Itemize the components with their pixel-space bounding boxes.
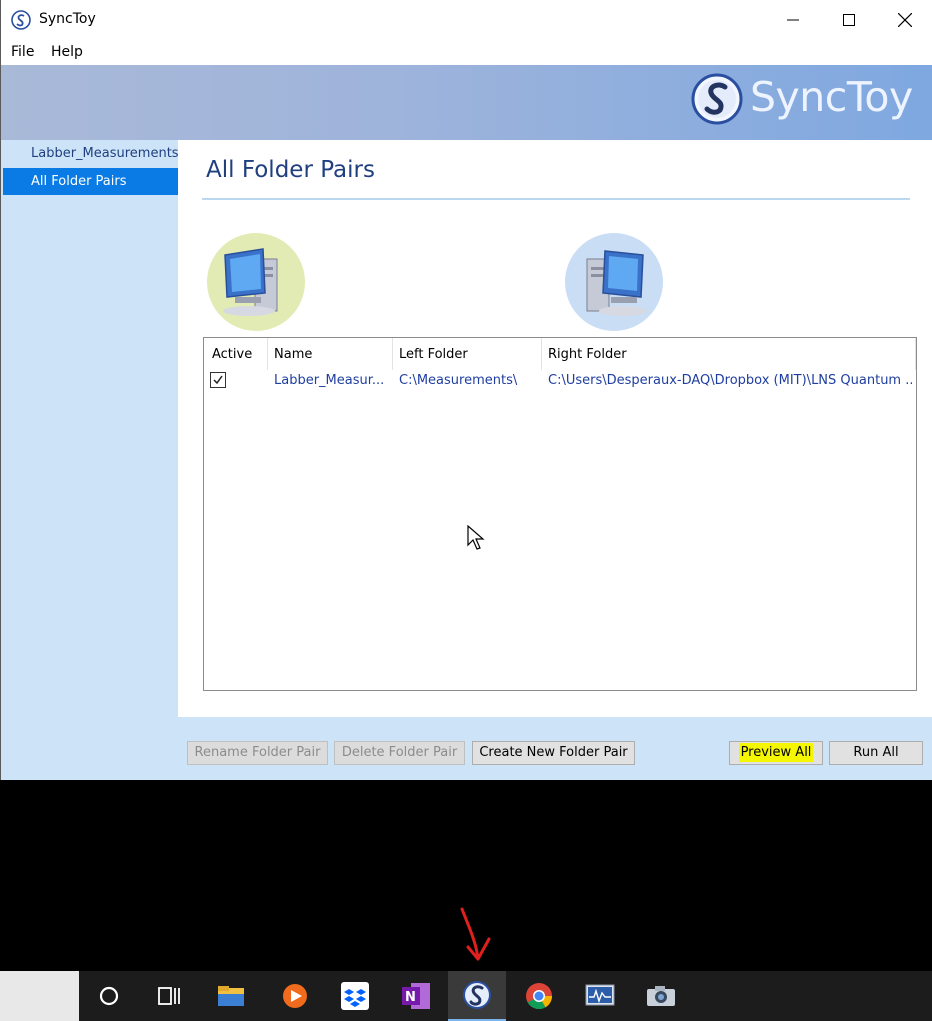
minimize-button[interactable]: [765, 0, 821, 40]
folder-pairs-table: Active Name Left Folder Right Folder Lab…: [203, 337, 917, 691]
active-checkbox[interactable]: [210, 372, 226, 388]
synctoy-app-icon: [11, 10, 31, 30]
menu-help[interactable]: Help: [51, 44, 83, 60]
row-name: Labber_Measur...: [274, 373, 385, 388]
synctoy-icon[interactable]: [448, 971, 506, 1021]
action-bar: Rename Folder Pair Delete Folder Pair Cr…: [178, 717, 932, 780]
logo-text: SyncToy: [750, 73, 913, 121]
main-content: All Folder Pairs Active Name Left Folder…: [178, 140, 932, 717]
column-divider[interactable]: [915, 338, 916, 370]
close-button[interactable]: [877, 0, 932, 40]
synctoy-window: SyncToy File Help SyncToy Labber_Measure…: [0, 0, 932, 780]
column-divider[interactable]: [267, 338, 268, 370]
table-header: Active Name Left Folder Right Folder: [204, 338, 916, 370]
checkmark-icon: [213, 375, 223, 385]
create-new-folder-pair-button[interactable]: Create New Folder Pair: [472, 741, 635, 765]
task-view-icon[interactable]: [140, 971, 198, 1021]
left-computer-icon: [207, 233, 305, 331]
rename-folder-pair-button[interactable]: Rename Folder Pair: [187, 741, 328, 765]
dropbox-icon[interactable]: [326, 971, 384, 1021]
close-icon: [898, 13, 912, 27]
maximize-button[interactable]: [821, 0, 877, 40]
taskbar-search-area[interactable]: [0, 971, 79, 1021]
preview-all-label: Preview All: [738, 743, 814, 762]
sidebar: Labber_Measurements All Folder Pairs: [1, 140, 179, 780]
title-bar[interactable]: SyncToy: [1, 0, 932, 40]
onenote-icon[interactable]: N: [387, 971, 445, 1021]
preview-all-button[interactable]: Preview All: [729, 741, 823, 765]
header-banner: SyncToy: [1, 65, 932, 140]
title-divider: [202, 198, 910, 200]
synctoy-logo-icon: [691, 73, 743, 125]
camera-icon[interactable]: [632, 971, 690, 1021]
resource-monitor-icon[interactable]: [571, 971, 629, 1021]
svg-text:N: N: [405, 990, 416, 1005]
column-divider[interactable]: [541, 338, 542, 370]
row-left-folder: C:\Measurements\: [399, 373, 518, 388]
column-header-left-folder[interactable]: Left Folder: [399, 347, 468, 362]
cortana-icon[interactable]: [80, 971, 138, 1021]
red-arrow-annotation-icon: [460, 907, 491, 961]
maximize-icon: [843, 14, 855, 26]
column-header-right-folder[interactable]: Right Folder: [548, 347, 627, 362]
menu-file[interactable]: File: [11, 44, 34, 60]
minimize-icon: [787, 19, 799, 21]
media-player-icon[interactable]: [266, 971, 324, 1021]
sidebar-item-all-folder-pairs[interactable]: All Folder Pairs: [3, 168, 178, 195]
menu-bar: File Help: [1, 40, 932, 65]
taskbar: N: [0, 971, 932, 1021]
column-divider[interactable]: [392, 338, 393, 370]
column-header-name[interactable]: Name: [274, 347, 312, 362]
right-computer-icon: [565, 233, 663, 331]
window-title: SyncToy: [39, 11, 96, 27]
run-all-button[interactable]: Run All: [829, 741, 923, 765]
mouse-cursor-icon: [467, 525, 485, 550]
row-right-folder: C:\Users\Desperaux-DAQ\Dropbox (MIT)\LNS…: [548, 373, 912, 388]
file-explorer-icon[interactable]: [202, 971, 260, 1021]
page-title: All Folder Pairs: [206, 157, 375, 183]
sidebar-item-labber-measurements[interactable]: Labber_Measurements: [3, 140, 179, 167]
chrome-icon[interactable]: [510, 971, 568, 1021]
table-row[interactable]: Labber_Measur... C:\Measurements\ C:\Use…: [204, 370, 916, 392]
delete-folder-pair-button[interactable]: Delete Folder Pair: [334, 741, 465, 765]
column-header-active[interactable]: Active: [212, 347, 252, 362]
